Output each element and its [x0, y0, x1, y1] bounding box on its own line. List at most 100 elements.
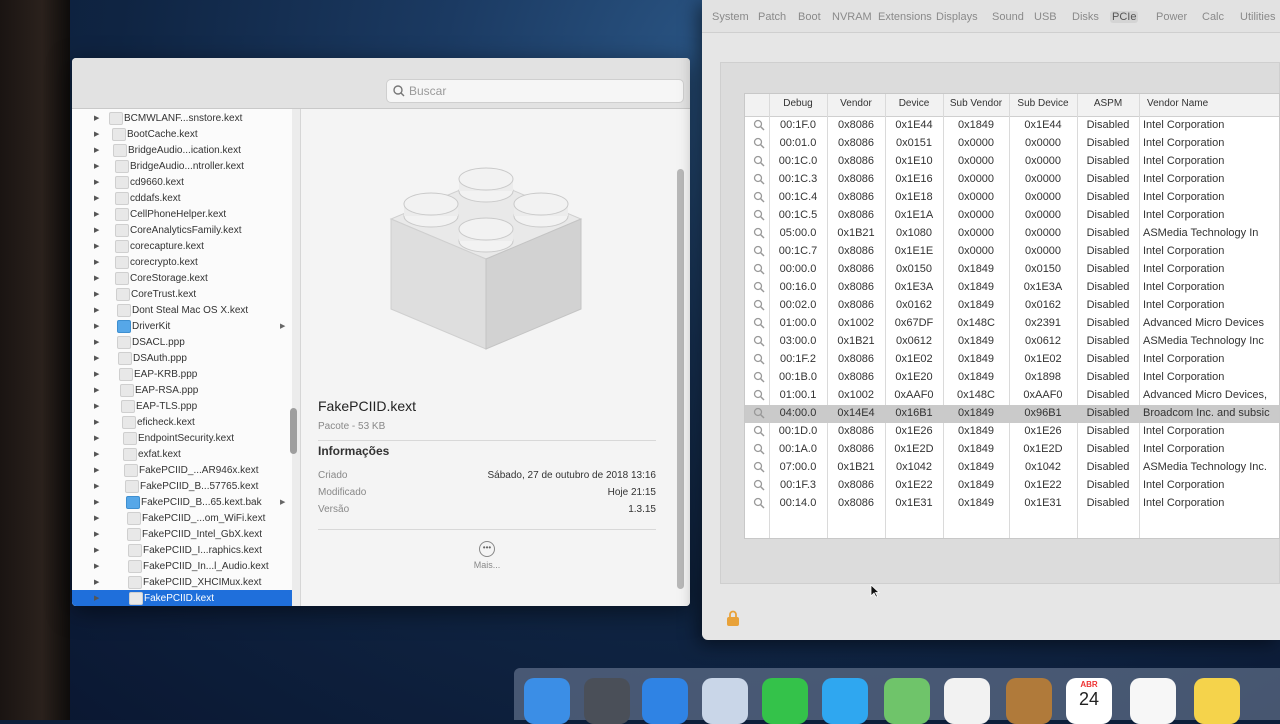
facetime-icon[interactable] [762, 678, 808, 724]
magnifier-icon[interactable] [753, 191, 766, 204]
more-button[interactable]: ••• Mais... [471, 541, 503, 570]
disclosure-triangle-icon[interactable]: ▶ [94, 210, 99, 218]
file-list-item[interactable]: ▶ BridgeAudio...ntroller.kext [72, 158, 292, 174]
magnifier-icon[interactable] [753, 281, 766, 294]
tab-power[interactable]: Power [1156, 11, 1187, 23]
table-row[interactable]: 00:01.0 0x8086 0x0151 0x0000 0x0000 Disabled I… [745, 135, 1279, 153]
file-list-item[interactable]: ▶ FakePCIID_XHCIMux.kext [72, 574, 292, 590]
magnifier-icon[interactable] [753, 461, 766, 474]
file-list-item[interactable]: ▶ FakePCIID_...AR946x.kext [72, 462, 292, 478]
disclosure-triangle-icon[interactable]: ▶ [94, 594, 99, 602]
file-list-item[interactable]: ▶ BridgeAudio...ication.kext [72, 142, 292, 158]
search-field[interactable]: Buscar [386, 79, 684, 103]
tab-displays[interactable]: Displays [936, 11, 978, 23]
table-row[interactable]: 04:00.0 0x14E4 0x16B1 0x1849 0x96B1 Disabled B… [745, 405, 1279, 423]
table-row[interactable]: 00:1C.5 0x8086 0x1E1A 0x0000 0x0000 Disabled I… [745, 207, 1279, 225]
disclosure-triangle-icon[interactable]: ▶ [94, 482, 99, 490]
column-header[interactable]: Vendor [827, 98, 885, 109]
disclosure-triangle-icon[interactable]: ▶ [94, 178, 99, 186]
contacts-icon[interactable] [1006, 678, 1052, 724]
magnifier-icon[interactable] [753, 299, 766, 312]
file-list-item[interactable]: ▶ EAP-KRB.ppp [72, 366, 292, 382]
file-list-item[interactable]: ▶ EAP-RSA.ppp [72, 382, 292, 398]
disclosure-triangle-icon[interactable]: ▶ [94, 274, 99, 282]
magnifier-icon[interactable] [753, 137, 766, 150]
magnifier-icon[interactable] [753, 245, 766, 258]
tab-utilities[interactable]: Utilities [1240, 11, 1275, 23]
disclosure-triangle-icon[interactable]: ▶ [94, 562, 99, 570]
magnifier-icon[interactable] [753, 407, 766, 420]
file-list-item[interactable]: ▶ FakePCIID_B...65.kext.bak ▶ [72, 494, 292, 510]
lock-icon[interactable] [726, 610, 740, 626]
table-row[interactable]: 00:1C.7 0x8086 0x1E1E 0x0000 0x0000 Disabled I… [745, 243, 1279, 261]
column-header[interactable]: Vendor Name [1147, 98, 1279, 109]
magnifier-icon[interactable] [753, 317, 766, 330]
tab-sound[interactable]: Sound [992, 11, 1024, 23]
disclosure-triangle-icon[interactable]: ▶ [94, 226, 99, 234]
table-row[interactable]: 00:02.0 0x8086 0x0162 0x1849 0x0162 Disabled I… [745, 297, 1279, 315]
file-list-item[interactable]: ▶ cddafs.kext [72, 190, 292, 206]
file-list-item[interactable]: ▶ CoreAnalyticsFamily.kext [72, 222, 292, 238]
table-row[interactable]: 00:1F.2 0x8086 0x1E02 0x1849 0x1E02 Disabled I… [745, 351, 1279, 369]
file-list-item[interactable]: ▶ BCMWLANF...snstore.kext [72, 110, 292, 126]
table-row[interactable]: 05:00.0 0x1B21 0x1080 0x0000 0x0000 Disabled A… [745, 225, 1279, 243]
file-list-item[interactable]: ▶ CoreStorage.kext [72, 270, 292, 286]
messages-icon[interactable] [822, 678, 868, 724]
table-row[interactable]: 00:1A.0 0x8086 0x1E2D 0x1849 0x1E2D Disabled I… [745, 441, 1279, 459]
table-row[interactable]: 01:00.1 0x1002 0xAAF0 0x148C 0xAAF0 Disabled A… [745, 387, 1279, 405]
calendar-icon[interactable]: ABR 24 [1066, 678, 1112, 724]
file-list-item[interactable]: ▶ CellPhoneHelper.kext [72, 206, 292, 222]
table-row[interactable]: 00:1D.0 0x8086 0x1E26 0x1849 0x1E26 Disabled I… [745, 423, 1279, 441]
magnifier-icon[interactable] [753, 389, 766, 402]
finder-icon[interactable] [524, 678, 570, 724]
tab-extensions[interactable]: Extensions [878, 11, 932, 23]
file-list-item[interactable]: ▶ FakePCIID_I...raphics.kext [72, 542, 292, 558]
disclosure-triangle-icon[interactable]: ▶ [94, 306, 99, 314]
file-list-item[interactable]: ▶ BootCache.kext [72, 126, 292, 142]
disclosure-triangle-icon[interactable]: ▶ [94, 514, 99, 522]
tab-patch[interactable]: Patch [758, 11, 786, 23]
file-list-item[interactable]: ▶ FakePCIID_B...57765.kext [72, 478, 292, 494]
file-list-item[interactable]: ▶ FakePCIID.kext [72, 590, 292, 606]
magnifier-icon[interactable] [753, 173, 766, 186]
tab-system[interactable]: System [712, 11, 749, 23]
file-list-item[interactable]: ▶ Dont Steal Mac OS X.kext [72, 302, 292, 318]
preview-scrollbar[interactable] [677, 169, 685, 589]
magnifier-icon[interactable] [753, 425, 766, 438]
table-row[interactable]: 01:00.0 0x1002 0x67DF 0x148C 0x2391 Disabled A… [745, 315, 1279, 333]
notes-icon[interactable] [1194, 678, 1240, 724]
column-header[interactable]: Sub Vendor [943, 98, 1009, 109]
disclosure-triangle-icon[interactable]: ▶ [94, 402, 99, 410]
file-list-item[interactable]: ▶ FakePCIID_...om_WiFi.kext [72, 510, 292, 526]
disclosure-triangle-icon[interactable]: ▶ [94, 418, 99, 426]
table-row[interactable]: 00:1F.3 0x8086 0x1E22 0x1849 0x1E22 Disabled I… [745, 477, 1279, 495]
column-header[interactable]: Device [885, 98, 943, 109]
file-list-item[interactable]: ▶ EAP-TLS.ppp [72, 398, 292, 414]
tab-calc[interactable]: Calc [1202, 11, 1224, 23]
disclosure-triangle-icon[interactable]: ▶ [94, 338, 99, 346]
disclosure-triangle-icon[interactable]: ▶ [94, 450, 99, 458]
tab-disks[interactable]: Disks [1072, 11, 1099, 23]
magnifier-icon[interactable] [753, 335, 766, 348]
column-header[interactable]: Debug [769, 98, 827, 109]
magnifier-icon[interactable] [753, 479, 766, 492]
disclosure-triangle-icon[interactable]: ▶ [94, 162, 99, 170]
disclosure-triangle-icon[interactable]: ▶ [94, 146, 99, 154]
file-list-item[interactable]: ▶ corecapture.kext [72, 238, 292, 254]
table-row[interactable]: 00:1C.0 0x8086 0x1E10 0x0000 0x0000 Disabled I… [745, 153, 1279, 171]
disclosure-triangle-icon[interactable]: ▶ [94, 530, 99, 538]
file-list-item[interactable]: ▶ DriverKit ▶ [72, 318, 292, 334]
file-list-scrollbar[interactable] [290, 118, 298, 598]
table-row[interactable]: 00:1C.3 0x8086 0x1E16 0x0000 0x0000 Disabled I… [745, 171, 1279, 189]
disclosure-triangle-icon[interactable]: ▶ [94, 354, 99, 362]
disclosure-triangle-icon[interactable]: ▶ [94, 114, 99, 122]
column-header[interactable]: ASPM [1077, 98, 1139, 109]
tab-boot[interactable]: Boot [798, 11, 821, 23]
table-row[interactable]: 03:00.0 0x1B21 0x0612 0x1849 0x0612 Disabled A… [745, 333, 1279, 351]
disclosure-triangle-icon[interactable]: ▶ [94, 258, 99, 266]
tab-usb[interactable]: USB [1034, 11, 1057, 23]
file-list-item[interactable]: ▶ EndpointSecurity.kext [72, 430, 292, 446]
table-row[interactable]: 00:1F.0 0x8086 0x1E44 0x1849 0x1E44 Disabled I… [745, 117, 1279, 135]
disclosure-triangle-icon[interactable]: ▶ [94, 546, 99, 554]
file-list-item[interactable]: ▶ eficheck.kext [72, 414, 292, 430]
